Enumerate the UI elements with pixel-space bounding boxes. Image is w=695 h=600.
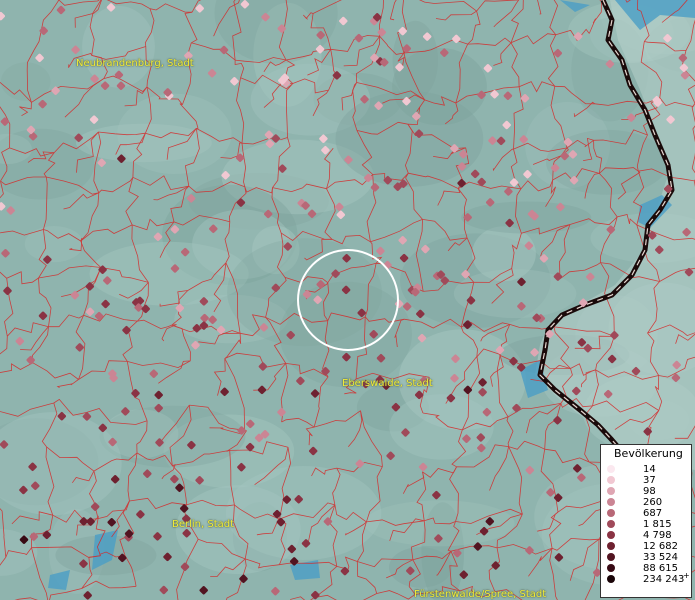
- terrain-patch: [24, 226, 84, 263]
- legend-swatch: [607, 509, 615, 517]
- city-label-eberswalde: Eberswalde, Stadt: [342, 378, 433, 389]
- legend-value: 687: [643, 508, 663, 519]
- terrain-patch: [389, 394, 494, 460]
- legend-item: 98: [601, 486, 691, 497]
- legend-swatch: [607, 553, 615, 561]
- legend-value: 4 798: [643, 530, 672, 541]
- legend-value: 14: [643, 464, 656, 475]
- legend-value: 234 243: [643, 574, 685, 585]
- legend-swatch: [607, 575, 615, 583]
- legend-item: 33 524: [601, 552, 691, 563]
- legend-item: 88 615: [601, 563, 691, 574]
- legend-value: 37: [643, 475, 656, 486]
- legend-swatch: [607, 564, 615, 572]
- legend-value: 260: [643, 497, 663, 508]
- city-label-fuerstenwalde: Fürstenwalde/Spree, Stadt: [414, 589, 547, 600]
- legend-item: 14: [601, 464, 691, 475]
- legend-plus-sign: +: [683, 571, 690, 580]
- legend-swatch: [607, 487, 615, 495]
- legend-item: 37: [601, 475, 691, 486]
- terrain-patch: [117, 93, 232, 174]
- city-label-berlin: Berlin, Stadt: [172, 519, 235, 530]
- map-canvas[interactable]: Neubrandenburg, Stadt Eberswalde, Stadt …: [0, 0, 695, 600]
- legend-item: 260: [601, 497, 691, 508]
- legend-swatch: [607, 465, 615, 473]
- legend-item: 234 243 +: [601, 571, 691, 585]
- legend-value: 98: [643, 486, 656, 497]
- legend-value: 33 524: [643, 552, 678, 563]
- legend-title: Bevölkerung: [614, 447, 683, 460]
- legend-value: 12 682: [643, 541, 678, 552]
- legend-item: 12 682: [601, 541, 691, 552]
- legend-item: 4 798: [601, 530, 691, 541]
- terrain-patch: [472, 226, 536, 282]
- terrain-patch: [461, 201, 592, 234]
- legend-swatch: [607, 476, 615, 484]
- legend-swatch: [607, 531, 615, 539]
- legend-swatch: [607, 498, 615, 506]
- legend-swatch: [607, 520, 615, 528]
- legend-item: 687: [601, 508, 691, 519]
- terrain-patch: [335, 90, 484, 187]
- legend-swatch: [607, 542, 615, 550]
- map-graphics: [0, 0, 695, 600]
- legend-value: 88 615: [643, 563, 678, 574]
- legend-value: 1 815: [643, 519, 672, 530]
- legend-item: 1 815: [601, 519, 691, 530]
- population-legend: Bevölkerung 14 37 98 260 687 1 815 4 798: [600, 444, 692, 598]
- city-label-neubrandenburg: Neubrandenburg, Stadt: [76, 58, 194, 69]
